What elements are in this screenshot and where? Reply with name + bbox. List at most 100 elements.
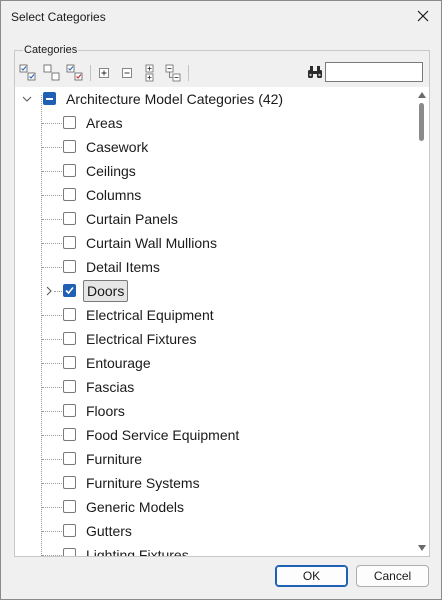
tree-branch	[42, 507, 62, 508]
tree-item[interactable]: Generic Models	[15, 495, 415, 519]
tree-item-label: Areas	[86, 115, 123, 131]
tree-item[interactable]: Floors	[15, 399, 415, 423]
tree-item[interactable]: Curtain Wall Mullions	[15, 231, 415, 255]
tree-item[interactable]: Curtain Panels	[15, 207, 415, 231]
expand-all-icon	[145, 64, 154, 82]
tree-branch	[42, 315, 62, 316]
tree-item[interactable]: Electrical Equipment	[15, 303, 415, 327]
item-checkbox[interactable]	[63, 260, 76, 273]
tree-item-label: Detail Items	[86, 259, 160, 275]
item-checkbox[interactable]	[63, 380, 76, 393]
tree-item[interactable]: Casework	[15, 135, 415, 159]
item-checkbox[interactable]	[63, 308, 76, 321]
search-input[interactable]	[325, 62, 423, 82]
item-checkbox[interactable]	[63, 404, 76, 417]
item-checkbox[interactable]	[63, 164, 76, 177]
tree-branch	[42, 411, 62, 412]
tree-branch	[42, 195, 62, 196]
check-all-button[interactable]	[19, 64, 37, 82]
tree-branch	[42, 363, 62, 364]
item-checkbox[interactable]	[63, 524, 76, 537]
select-categories-dialog: Select Categories Categories Architectur…	[0, 0, 442, 600]
tree-branch	[42, 555, 62, 556]
item-checkbox[interactable]	[63, 476, 76, 489]
item-checkbox-checked[interactable]	[63, 284, 76, 297]
item-checkbox[interactable]	[63, 212, 76, 225]
toolbar-separator	[90, 65, 91, 81]
tree-item[interactable]: Lighting Fixtures	[15, 543, 415, 556]
cancel-button[interactable]: Cancel	[356, 565, 429, 587]
tree-item-label: Curtain Wall Mullions	[86, 235, 217, 251]
title-bar: Select Categories	[1, 1, 441, 33]
tree-item-label: Fascias	[86, 379, 135, 395]
tree-item-label: Curtain Panels	[86, 211, 178, 227]
tree-item-label: Food Service Equipment	[86, 427, 240, 443]
tree-item-selected[interactable]: Doors	[15, 279, 415, 303]
tree-item[interactable]: Entourage	[15, 351, 415, 375]
expand-icon	[99, 68, 109, 78]
tree-root-label: Architecture Model Categories (42)	[66, 91, 284, 107]
root-checkbox[interactable]	[43, 92, 56, 105]
item-checkbox[interactable]	[63, 500, 76, 513]
check-none-icon	[43, 64, 60, 81]
tree-item[interactable]: Gutters	[15, 519, 415, 543]
expand-all-button[interactable]	[141, 64, 159, 82]
tree-branch	[42, 483, 62, 484]
tree-item[interactable]: Ceilings	[15, 159, 415, 183]
tree-branch	[42, 459, 62, 460]
collapse-all-icon	[165, 64, 181, 82]
item-checkbox[interactable]	[63, 548, 76, 556]
find-button[interactable]	[307, 65, 323, 79]
dialog-title: Select Categories	[11, 10, 106, 24]
category-tree: Architecture Model Categories (42) Areas…	[15, 87, 415, 556]
scrollbar-thumb[interactable]	[419, 103, 424, 141]
tree-item-label: Electrical Equipment	[86, 307, 214, 323]
scroll-up-icon[interactable]	[418, 92, 426, 98]
tree-branch	[42, 387, 62, 388]
collapse-button[interactable]	[118, 64, 136, 82]
invert-check-button[interactable]	[66, 64, 84, 82]
item-checkbox[interactable]	[63, 452, 76, 465]
item-checkbox[interactable]	[63, 236, 76, 249]
close-button[interactable]	[411, 5, 435, 27]
tree-item[interactable]: Furniture Systems	[15, 471, 415, 495]
tree-item-label: Generic Models	[86, 499, 185, 515]
tree-root-row[interactable]: Architecture Model Categories (42)	[15, 87, 415, 111]
chevron-down-icon[interactable]	[21, 93, 33, 105]
item-checkbox[interactable]	[63, 428, 76, 441]
tree-item[interactable]: Areas	[15, 111, 415, 135]
tree-item-label: Electrical Fixtures	[86, 331, 197, 347]
item-checkbox[interactable]	[63, 140, 76, 153]
tree-branch	[42, 171, 62, 172]
tree-item[interactable]: Electrical Fixtures	[15, 327, 415, 351]
tree-branch	[54, 291, 62, 292]
invert-check-icon	[66, 64, 83, 81]
toolbar	[15, 61, 429, 85]
tree-item[interactable]: Detail Items	[15, 255, 415, 279]
tree-item[interactable]: Food Service Equipment	[15, 423, 415, 447]
tree-item-label: Columns	[86, 187, 142, 203]
scroll-down-icon[interactable]	[418, 545, 426, 551]
tree-branch	[42, 219, 62, 220]
tree-item[interactable]: Furniture	[15, 447, 415, 471]
item-checkbox[interactable]	[63, 332, 76, 345]
tree-item-label: Casework	[86, 139, 149, 155]
checkmark-icon	[65, 286, 74, 295]
categories-group: Categories Architecture Model Categories…	[14, 44, 430, 557]
close-icon	[417, 10, 429, 22]
tree-item[interactable]: Columns	[15, 183, 415, 207]
ok-button[interactable]: OK	[275, 565, 348, 587]
tree-item[interactable]: Fascias	[15, 375, 415, 399]
tree-item-label: Gutters	[86, 523, 132, 539]
check-all-icon	[19, 64, 36, 81]
tree-scrollbar[interactable]	[415, 87, 429, 556]
item-checkbox[interactable]	[63, 356, 76, 369]
expand-button[interactable]	[95, 64, 113, 82]
binoculars-icon	[308, 66, 322, 78]
collapse-all-button[interactable]	[164, 64, 182, 82]
item-checkbox[interactable]	[63, 116, 76, 129]
check-none-button[interactable]	[43, 64, 61, 82]
tree-item-label: Furniture	[86, 451, 143, 467]
tree-item-label: Doors	[83, 280, 129, 302]
item-checkbox[interactable]	[63, 188, 76, 201]
